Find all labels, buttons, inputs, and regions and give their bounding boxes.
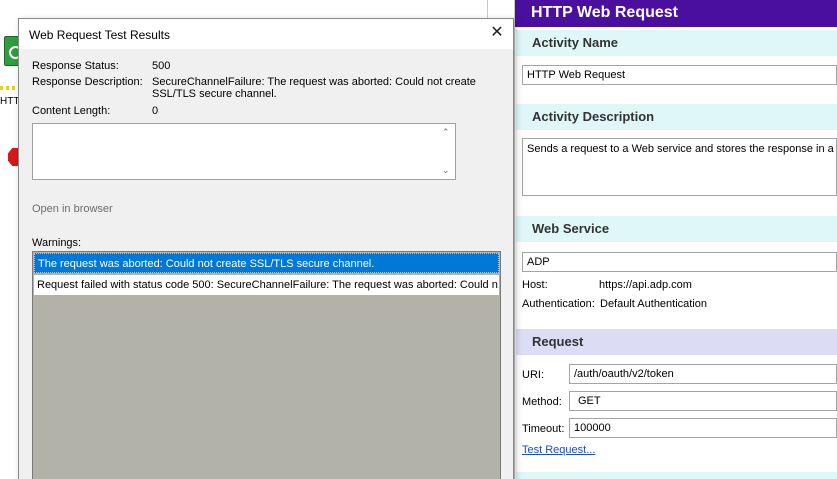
content-scrollbar[interactable]: ⌃ ⌄: [439, 124, 455, 179]
open-in-browser-link[interactable]: Open in browser: [32, 203, 113, 215]
authentication-value: Default Authentication: [600, 298, 708, 310]
uri-field[interactable]: /auth/oauth/v2/token: [569, 364, 837, 384]
content-length-label: Content Length:: [32, 105, 111, 117]
method-label: Method:: [522, 396, 562, 408]
uri-label: URI:: [522, 369, 544, 381]
request-header: Request: [516, 329, 837, 355]
next-section-header: [516, 472, 837, 479]
content-length-value: 0: [152, 105, 159, 117]
response-status-label: Response Status:: [32, 60, 119, 72]
list-item[interactable]: The request was aborted: Could not creat…: [34, 253, 499, 273]
response-description-label: Response Description:: [32, 76, 143, 88]
test-results-dialog: Web Request Test Results ✕ Response Stat…: [18, 18, 514, 479]
close-icon[interactable]: ✕: [489, 25, 505, 41]
response-status-value: 500: [152, 60, 171, 72]
host-value: https://api.adp.com: [599, 279, 692, 291]
activity-description-field[interactable]: Sends a request to a Web service and sto…: [522, 138, 837, 196]
content-textarea[interactable]: ⌃ ⌄: [32, 123, 456, 180]
selection-hatch: [0, 86, 18, 90]
web-service-header: Web Service: [516, 216, 837, 242]
activity-name-field[interactable]: HTTP Web Request: [522, 65, 837, 85]
activity-label[interactable]: HTTP Request: [0, 96, 18, 108]
scroll-up-icon[interactable]: ⌃: [442, 127, 450, 138]
response-description-value: SecureChannelFailure: The request was ab…: [152, 76, 476, 100]
web-service-select[interactable]: ADP: [522, 252, 837, 272]
method-select[interactable]: GET: [569, 391, 837, 411]
test-request-link[interactable]: Test Request...: [522, 444, 595, 456]
panel-title: HTTP Web Request: [515, 0, 837, 27]
dialog-title: Web Request Test Results: [29, 28, 170, 42]
list-item[interactable]: Request failed with status code 500: Sec…: [34, 275, 499, 295]
host-label: Host:: [522, 279, 548, 291]
scroll-down-icon[interactable]: ⌄: [442, 165, 450, 176]
timeout-label: Timeout:: [522, 423, 565, 435]
dialog-titlebar: Web Request Test Results ✕: [19, 19, 513, 49]
activity-description-header: Activity Description: [516, 104, 837, 130]
warnings-label: Warnings:: [32, 237, 82, 249]
timeout-field[interactable]: 100000: [569, 418, 837, 438]
activity-name-header: Activity Name: [516, 30, 837, 56]
authentication-label: Authentication:: [522, 298, 595, 310]
warnings-list[interactable]: The request was aborted: Could not creat…: [32, 251, 501, 479]
